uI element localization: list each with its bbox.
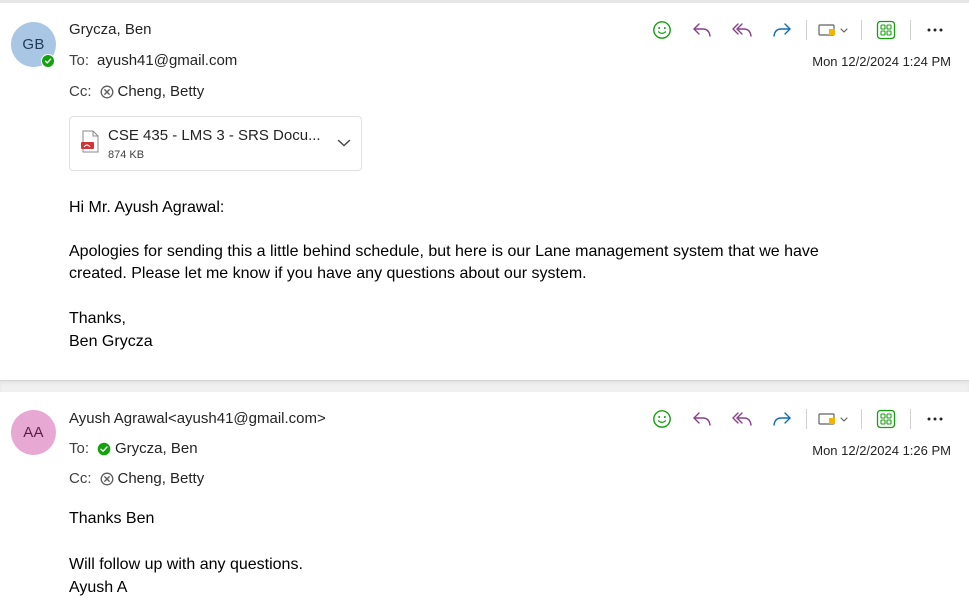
- apps-icon[interactable]: [866, 16, 906, 44]
- cc-row: Cc: Cheng, Betty: [69, 470, 204, 487]
- toolbar-divider: [910, 20, 911, 40]
- cc-label: Cc:: [69, 470, 92, 487]
- reply-all-icon[interactable]: [722, 16, 762, 44]
- to-label: To:: [69, 52, 90, 69]
- body-paragraph-line: created. Please let me know if you have …: [69, 265, 587, 282]
- reply-icon[interactable]: [682, 405, 722, 433]
- timestamp: Mon 12/2/2024 1:26 PM: [812, 443, 951, 458]
- body-line: Will follow up with any questions.: [69, 556, 303, 573]
- more-icon[interactable]: [915, 405, 955, 433]
- to-row: To: Grycza, Ben: [69, 440, 198, 457]
- reply-icon[interactable]: [682, 16, 722, 44]
- cc-label: Cc:: [69, 83, 92, 100]
- presence-offline-icon: [100, 85, 114, 99]
- avatar[interactable]: AA: [11, 410, 56, 455]
- attachment-name: CSE 435 - LMS 3 - SRS Docu...: [108, 127, 321, 144]
- to-row: To: ayush41@gmail.com: [69, 52, 237, 69]
- presence-offline-icon: [100, 472, 114, 486]
- cc-recipient[interactable]: Cheng, Betty: [118, 470, 205, 487]
- body-signature: Ben Grycza: [69, 333, 153, 350]
- to-recipient[interactable]: ayush41@gmail.com: [97, 52, 237, 69]
- to-recipient[interactable]: Grycza, Ben: [115, 440, 198, 457]
- more-icon[interactable]: [915, 16, 955, 44]
- pdf-file-icon: [80, 130, 100, 159]
- cc-row: Cc: Cheng, Betty: [69, 83, 204, 100]
- email-message-1: GB Grycza, Ben To: ayush41@gmail.com Cc:…: [0, 3, 969, 380]
- forward-icon[interactable]: [762, 405, 802, 433]
- body-paragraph-line: Apologies for sending this a little behi…: [69, 243, 819, 260]
- body-closing: Thanks,: [69, 310, 126, 327]
- toolbar-divider: [861, 20, 862, 40]
- message-toolbar: [642, 405, 955, 433]
- reply-all-icon[interactable]: [722, 405, 762, 433]
- toolbar-divider: [910, 409, 911, 429]
- avatar-initials: AA: [23, 424, 44, 441]
- presence-available-icon: [97, 442, 111, 456]
- avatar-initials: GB: [22, 36, 45, 53]
- body-signature: Ayush A: [69, 579, 128, 596]
- emoji-icon[interactable]: [642, 405, 682, 433]
- apps-icon[interactable]: [866, 405, 906, 433]
- forward-icon[interactable]: [762, 16, 802, 44]
- body-line: Thanks Ben: [69, 510, 155, 527]
- email-message-2: AA Ayush Agrawal<ayush41@gmail.com> To: …: [0, 392, 969, 607]
- message-toolbar: [642, 16, 955, 44]
- sender-row: Grycza, Ben: [69, 21, 152, 38]
- timestamp: Mon 12/2/2024 1:24 PM: [812, 54, 951, 69]
- emoji-icon[interactable]: [642, 16, 682, 44]
- body-greeting: Hi Mr. Ayush Agrawal:: [69, 199, 225, 216]
- tag-icon[interactable]: [811, 16, 857, 44]
- to-label: To:: [69, 440, 90, 457]
- cc-recipient[interactable]: Cheng, Betty: [118, 83, 205, 100]
- sender-name[interactable]: Ayush Agrawal<ayush41@gmail.com>: [69, 410, 326, 427]
- sender-row: Ayush Agrawal<ayush41@gmail.com>: [69, 410, 326, 427]
- chevron-down-icon[interactable]: [337, 135, 351, 153]
- toolbar-divider: [861, 409, 862, 429]
- tag-icon[interactable]: [811, 405, 857, 433]
- presence-available-icon: [41, 54, 55, 68]
- attachment-size: 874 KB: [108, 149, 145, 161]
- toolbar-divider: [806, 20, 807, 40]
- sender-name[interactable]: Grycza, Ben: [69, 21, 152, 38]
- toolbar-divider: [806, 409, 807, 429]
- attachment-card[interactable]: CSE 435 - LMS 3 - SRS Docu... 874 KB: [69, 116, 362, 171]
